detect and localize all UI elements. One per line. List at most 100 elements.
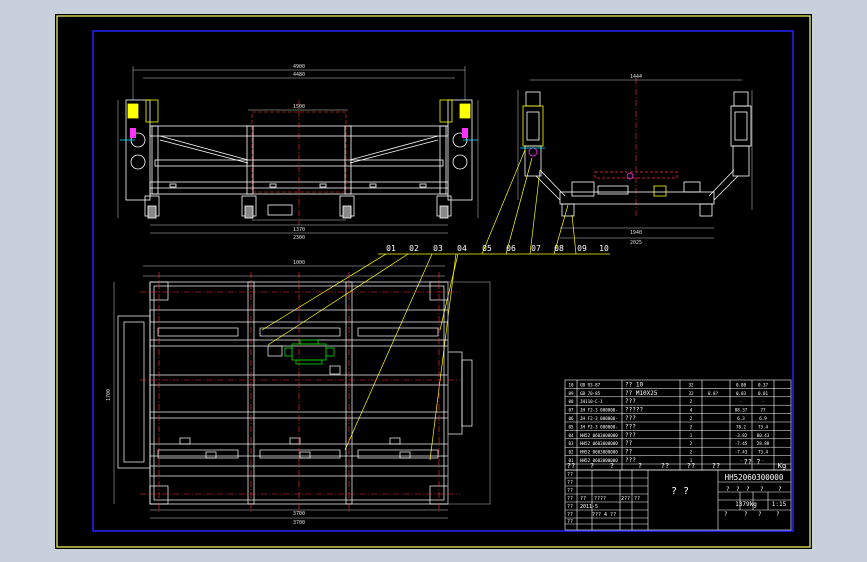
bom-cell-qty: 32 [688,391,694,396]
title-mark: ?? [567,496,573,502]
cad-drawing-sheet: 4900 4480 1500 1370 2300 1444 1940 2025 … [55,14,812,549]
dim-text: 1370 [293,227,305,233]
title-name: ? ? [671,486,689,497]
bom-cell-code: HH52 0603000000 [580,433,618,438]
bom-cell-name: ??? [625,415,636,422]
title-label: ? [736,486,740,493]
bom-header-cell: ? [638,462,642,470]
bom-cell-code: HH52 0603000000 [580,450,618,455]
dim-text: 2300 [293,235,305,241]
title-code: ???? [594,496,606,502]
bom-cell-wt: -7.45 [735,441,748,446]
bom-cell-total: 80.43 [757,433,770,438]
dim-text: 1940 [630,230,642,236]
title-mark: ?? [567,504,573,510]
bom-cell-total: 77 [760,408,766,413]
bom-cell-mat: 8.8? [708,391,719,396]
title-mark: ?? [567,488,573,494]
bom-cell-no: 02 [568,450,574,455]
title-label: ? [778,486,782,493]
title-mark: ?? [567,512,573,518]
callout-label: 02 [409,244,419,253]
bom-cell-wt: - [740,458,743,463]
bom-cell-wt: 6.3 [737,416,745,421]
bom-cell-total: 0.81 [758,391,769,396]
bom-cell-no: 09 [568,391,574,396]
bom-cell-wt: 78.2 [736,424,747,429]
callout-label: 05 [482,244,492,253]
title-note: ??? 4 ?? [592,512,616,518]
bom-cell-total: 6.9 [759,416,767,421]
callout-label: 10 [599,244,609,253]
bom-cell-code: HH52 0603000000 [580,441,618,446]
sheet-cell: ? [744,511,748,518]
bom-cell-wt: 0.03 [736,391,747,396]
bom-header-cell: ?? ? [744,458,761,466]
title-mark: ?? [567,480,573,486]
bom-cell-qty: 32 [688,382,694,387]
title-label: ? [760,486,764,493]
sheet-cell: ? [758,511,762,518]
bom-cell-no: 03 [568,441,574,446]
callout-label: 04 [457,244,467,253]
title-code: 2?? [621,496,630,502]
weight-value: 1379kg [735,501,757,508]
bom-cell-name: ?? 10 [625,381,643,388]
bom-header-cell: ?? [661,462,669,470]
bom-header-cell: ? [610,462,614,470]
bom-header-cell: ? [590,462,594,470]
bom-cell-name: ?? M10X25 [625,390,658,397]
bom-cell-wt: -3.82 [735,433,748,438]
callout-label: 01 [386,244,396,253]
dim-text: 2025 [630,240,642,246]
dim-text: 1444 [630,74,642,80]
dim-text: 1500 [293,104,305,110]
bom-cell-name: ??? [625,432,636,439]
scale-value: 1:15 [772,501,787,508]
bom-cell-total: - [762,399,765,404]
sheet-cell: ? [776,511,780,518]
bom-cell-total: - [762,458,765,463]
title-label: ? [726,486,730,493]
bom-cell-code: JH110-C-1 [580,399,603,404]
bom-cell-name: ?? [625,449,633,456]
bom-cell-no: 10 [568,382,574,387]
title-mark: ?? [567,472,573,478]
bom-cell-total: 73.4 [758,450,769,455]
dim-text: 3700 [293,520,305,526]
drawing-number: HH52060300000 [725,473,784,482]
bom-cell-no: 06 [568,416,574,421]
bom-cell-code: JH F2-3 000000- [580,408,618,413]
bom-cell-total: 28.88 [757,441,770,446]
bom-header-cell: ?? [687,462,695,470]
title-label: ? [746,486,750,493]
title-code: ?? [580,496,586,502]
callout-label: 03 [433,244,443,253]
callout-label: 09 [577,244,587,253]
bom-cell-name: ????? [625,407,643,414]
bom-header-cell: ?? [712,462,720,470]
bom-cell-name: ??? [625,423,636,430]
title-mark: ?? [567,519,573,525]
callout-label: 07 [531,244,541,253]
title-code: ?? [634,496,640,502]
sheet-background [55,14,812,549]
dim-text: 4480 [293,72,305,78]
bom-cell-no: 04 [568,433,574,438]
bom-cell-no: 07 [568,408,574,413]
dim-text: 4900 [293,64,305,70]
bom-cell-name: ??? [625,398,636,405]
bom-cell-wt: 88.37 [735,408,748,413]
bom-cell-total: 73.4 [758,424,769,429]
bom-cell-name: ??? [625,457,636,464]
bom-header-cell: Kg [778,462,786,470]
bom-cell-code: GB 70-85 [580,391,601,396]
title-date: 2011-5 [580,504,598,510]
bom-cell-no: 08 [568,399,574,404]
bom-cell-code: JH F2-3 000000- [580,416,618,421]
bom-cell-no: 05 [568,424,574,429]
bom-cell-code: JH F2-3 000000- [580,424,618,429]
dim-text: 3700 [293,511,305,517]
bom-cell-wt: 0.08 [736,382,747,387]
bom-header-cell: ?? [567,462,575,470]
